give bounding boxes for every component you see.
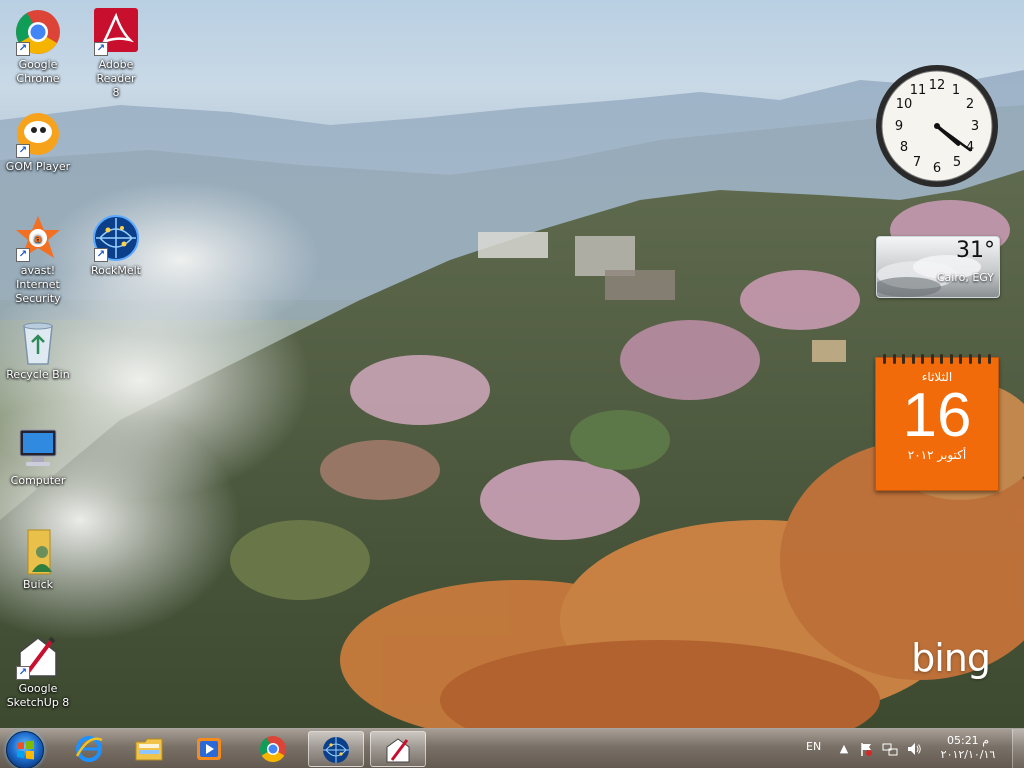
taskbar-rockmelt[interactable]: [308, 731, 364, 767]
volume-icon[interactable]: [906, 741, 922, 757]
desktop-icon-label: Buick: [23, 578, 53, 591]
shortcut-arrow-icon: ↗: [16, 42, 30, 56]
gom-player-icon: ↗: [14, 110, 62, 158]
desktop-icon-label: Google Chrome: [16, 58, 60, 85]
desktop-icon-label: Google SketchUp 8: [6, 682, 70, 709]
shortcut-arrow-icon: ↗: [94, 248, 108, 262]
calendar-month-year: أكتوبر ٢٠١٢: [907, 448, 967, 462]
calendar-gadget[interactable]: الثلاثاء 16 أكتوبر ٢٠١٢: [875, 354, 999, 491]
svg-text:5: 5: [953, 155, 961, 170]
network-icon[interactable]: [882, 741, 898, 757]
desktop-icon-rockmelt[interactable]: ↗ RockMelt: [78, 214, 154, 278]
taskbar-date: ٢٠١٢/١٠/١٦: [940, 748, 996, 761]
desktop-icon-avast[interactable]: a ↗ avast! Internet Security: [0, 214, 76, 306]
desktop-icon-chrome[interactable]: ↗ Google Chrome: [0, 8, 76, 86]
taskbar-time: 05:21 م: [946, 734, 989, 747]
desktop-icon-label: Recycle Bin: [6, 368, 70, 381]
svg-text:12: 12: [929, 78, 946, 93]
desktop-icon-label: RockMelt: [91, 264, 141, 277]
svg-text:3: 3: [971, 119, 979, 134]
svg-text:11: 11: [910, 83, 927, 98]
chrome-icon: [259, 736, 286, 763]
desktop-icon-recycle-bin[interactable]: Recycle Bin: [0, 318, 76, 382]
action-center-flag-icon[interactable]: [858, 741, 874, 757]
weather-temperature: 31°: [956, 238, 995, 263]
taskbar-clock[interactable]: 05:21 م ٢٠١٢/١٠/١٦: [930, 734, 1006, 762]
svg-text:8: 8: [900, 140, 908, 155]
bing-logo: bing: [911, 636, 991, 680]
weather-gadget[interactable]: 31° Cairo, EGY: [876, 236, 1000, 298]
start-button[interactable]: [6, 731, 44, 768]
desktop-icon-label: Adobe Reader 8: [96, 58, 136, 99]
svg-text:a: a: [34, 232, 41, 245]
desktop-icon-adobe-reader[interactable]: ↗ Adobe Reader 8: [78, 8, 154, 100]
media-player-icon: [197, 738, 221, 760]
desktop-icon-label: Computer: [10, 474, 66, 487]
language-indicator[interactable]: EN: [806, 740, 821, 753]
sketchup-icon: ↗: [14, 632, 62, 680]
chrome-icon: ↗: [14, 8, 62, 56]
adobe-reader-icon: ↗: [92, 8, 140, 56]
taskbar-chrome[interactable]: [246, 731, 302, 767]
taskbar-ie[interactable]: [62, 731, 118, 767]
show-hidden-icons-icon[interactable]: ▲: [836, 741, 852, 757]
shortcut-arrow-icon: ↗: [94, 42, 108, 56]
taskbar-media-player[interactable]: [182, 731, 238, 767]
ie-icon: [75, 736, 103, 762]
sketchup-icon: [386, 738, 410, 763]
taskbar-sketchup[interactable]: [370, 731, 426, 767]
desktop-icon-label: GOM Player: [5, 160, 71, 173]
rockmelt-icon: [323, 737, 349, 763]
svg-text:6: 6: [933, 161, 941, 176]
desktop-icon-label: avast! Internet Security: [15, 264, 61, 305]
computer-icon: [14, 424, 62, 472]
rockmelt-icon: ↗: [92, 214, 140, 262]
desktop-icon-gom-player[interactable]: ↗ GOM Player: [0, 110, 76, 174]
shortcut-arrow-icon: ↗: [16, 144, 30, 158]
svg-text:9: 9: [895, 119, 903, 134]
svg-text:2: 2: [966, 97, 974, 112]
taskbar: EN ▲ 05:21 م ٢٠١٢/١٠/١٦: [0, 728, 1024, 768]
taskbar-explorer[interactable]: [122, 731, 178, 767]
svg-text:1: 1: [952, 83, 960, 98]
recycle-bin-icon: [14, 318, 62, 366]
show-desktop-button[interactable]: [1012, 729, 1024, 768]
desktop-icon-user-folder[interactable]: Buick: [0, 528, 76, 592]
desktop-icon-sketchup[interactable]: ↗ Google SketchUp 8: [0, 632, 76, 710]
svg-text:10: 10: [896, 97, 913, 112]
desktop-wallpaper: bing: [0, 0, 1024, 728]
calendar-rings: [876, 354, 998, 364]
weather-location: Cairo, EGY: [936, 271, 994, 284]
desktop-icon-computer[interactable]: Computer: [0, 424, 76, 488]
svg-text:7: 7: [913, 155, 921, 170]
windows-orb-icon: [17, 740, 34, 760]
calendar-day: 16: [902, 381, 972, 450]
shortcut-arrow-icon: ↗: [16, 248, 30, 262]
avast-icon: a ↗: [14, 214, 62, 262]
shortcut-arrow-icon: ↗: [16, 666, 30, 680]
folder-icon: [135, 738, 163, 761]
clock-gadget[interactable]: 12 1 2 345 678 9 10 11: [874, 63, 1000, 189]
user-folder-icon: [14, 528, 62, 576]
